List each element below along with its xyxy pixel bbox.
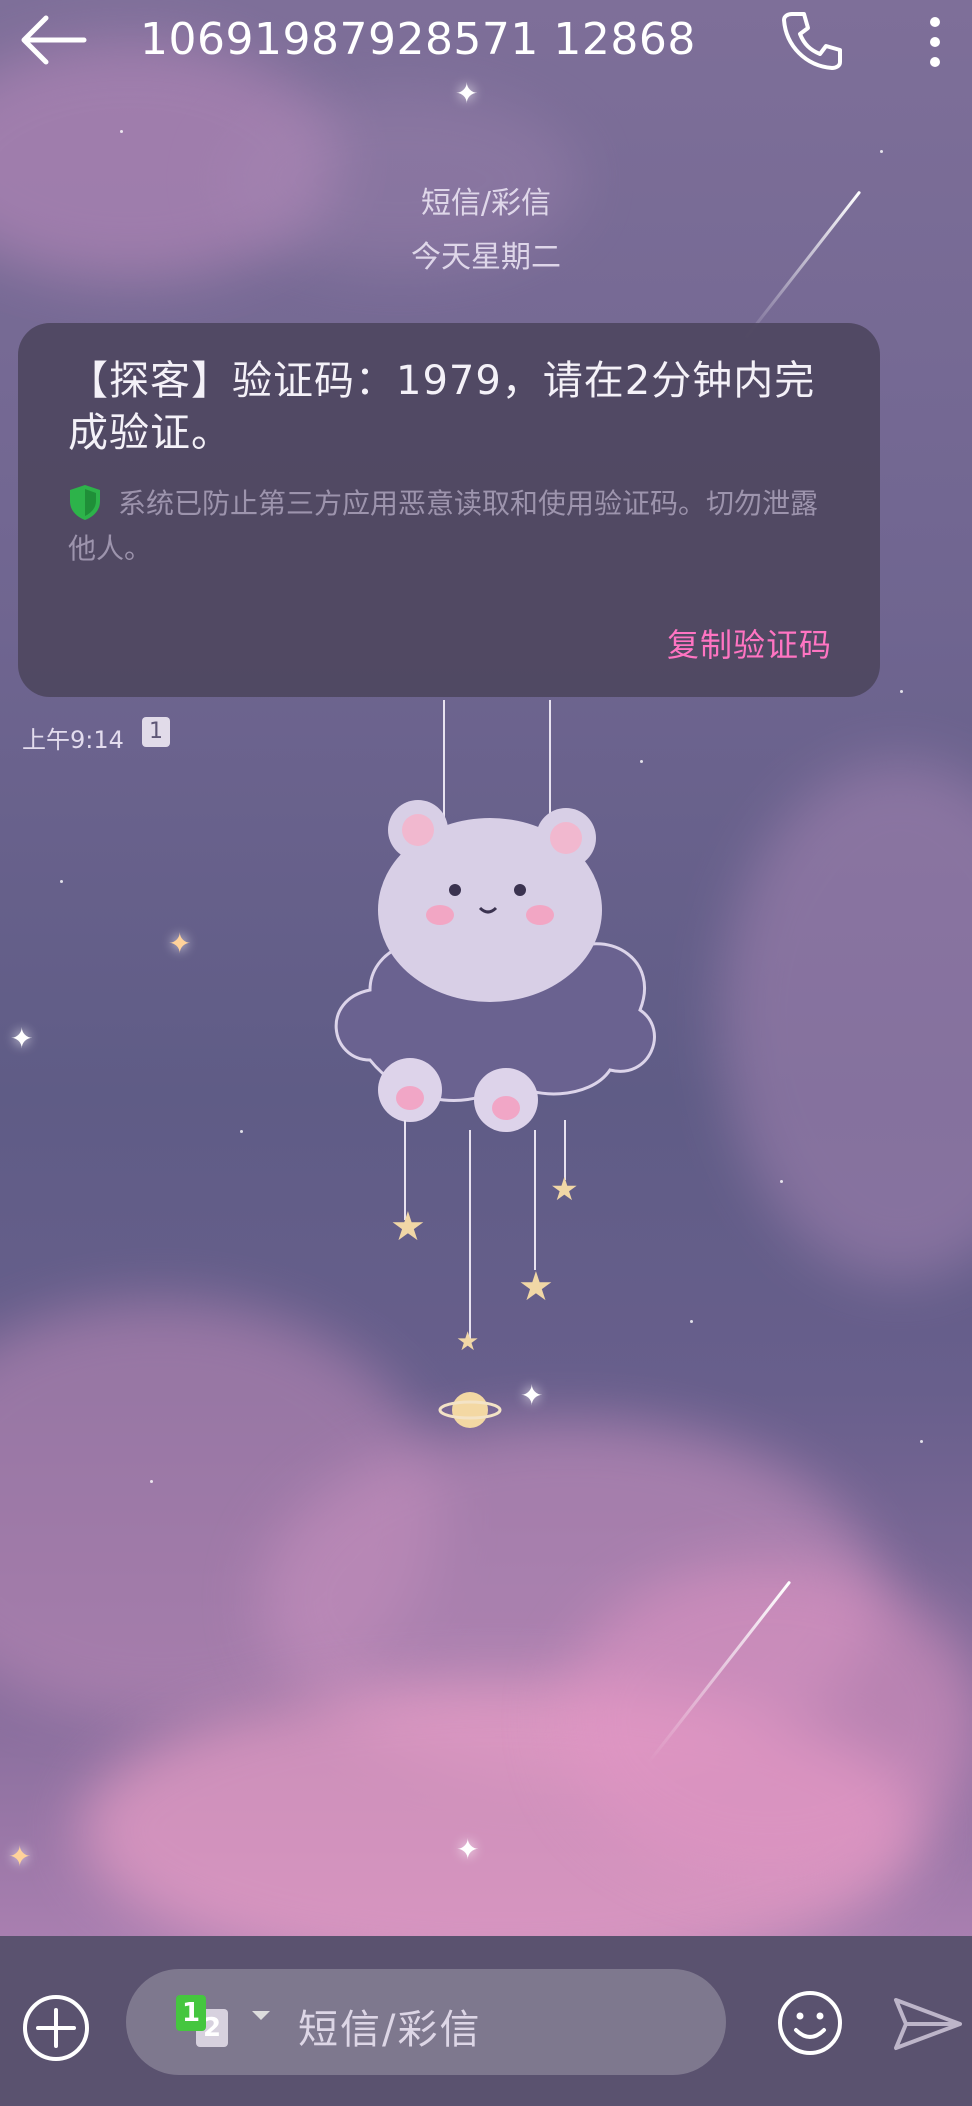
sparkle-icon: ✦ xyxy=(10,1022,34,1055)
sim1-badge: 1 xyxy=(176,1995,206,2031)
sparkle-icon: ✦ xyxy=(8,1840,32,1873)
composer-bar: 2 1 短信/彩信 xyxy=(0,1936,972,2106)
wallpaper: ✦ ✦ ✦ ✦ ✦ ✦ ★ ★ ★ ★ xyxy=(0,0,972,2106)
date-divider: 今天星期二 xyxy=(411,240,561,275)
message-input[interactable]: 2 1 短信/彩信 xyxy=(126,1969,726,2075)
phone-icon[interactable] xyxy=(780,8,844,72)
contact-number: 10691987928571 12868 xyxy=(140,14,696,65)
message-text: 【探客】验证码：1979，请在2分钟内完成验证。 xyxy=(68,358,816,456)
message-bubble[interactable]: 【探客】验证码：1979，请在2分钟内完成验证。 系统已防止第三方应用恶意读取和… xyxy=(18,323,880,697)
input-placeholder: 短信/彩信 xyxy=(298,2007,482,2053)
more-vert-icon[interactable] xyxy=(920,12,950,72)
message-timestamp: 上午9:14 xyxy=(22,726,124,754)
sparkle-icon: ✦ xyxy=(456,1833,480,1866)
sparkle-icon: ✦ xyxy=(168,927,192,960)
sim-selector[interactable]: 2 1 xyxy=(176,1995,236,2049)
svg-text:★: ★ xyxy=(456,1327,479,1357)
back-arrow-icon[interactable] xyxy=(18,14,88,66)
bear-cloud-illustration: ★ ★ ★ ★ xyxy=(334,700,656,1428)
svg-text:★: ★ xyxy=(518,1264,554,1310)
send-icon[interactable] xyxy=(892,1994,964,2054)
security-notice: 系统已防止第三方应用恶意读取和使用验证码。切勿泄露他人。 xyxy=(68,487,819,565)
app-header: 10691987928571 12868 xyxy=(0,0,972,86)
svg-text:★: ★ xyxy=(550,1170,579,1208)
chevron-down-icon[interactable] xyxy=(252,2011,270,2020)
svg-text:★: ★ xyxy=(390,1204,426,1250)
sim-badge: 1 xyxy=(142,717,170,747)
plus-icon[interactable] xyxy=(20,1992,92,2064)
channel-label: 短信/彩信 xyxy=(420,186,552,221)
copy-code-button[interactable]: 复制验证码 xyxy=(667,620,832,666)
emoji-icon[interactable] xyxy=(775,1988,845,2058)
